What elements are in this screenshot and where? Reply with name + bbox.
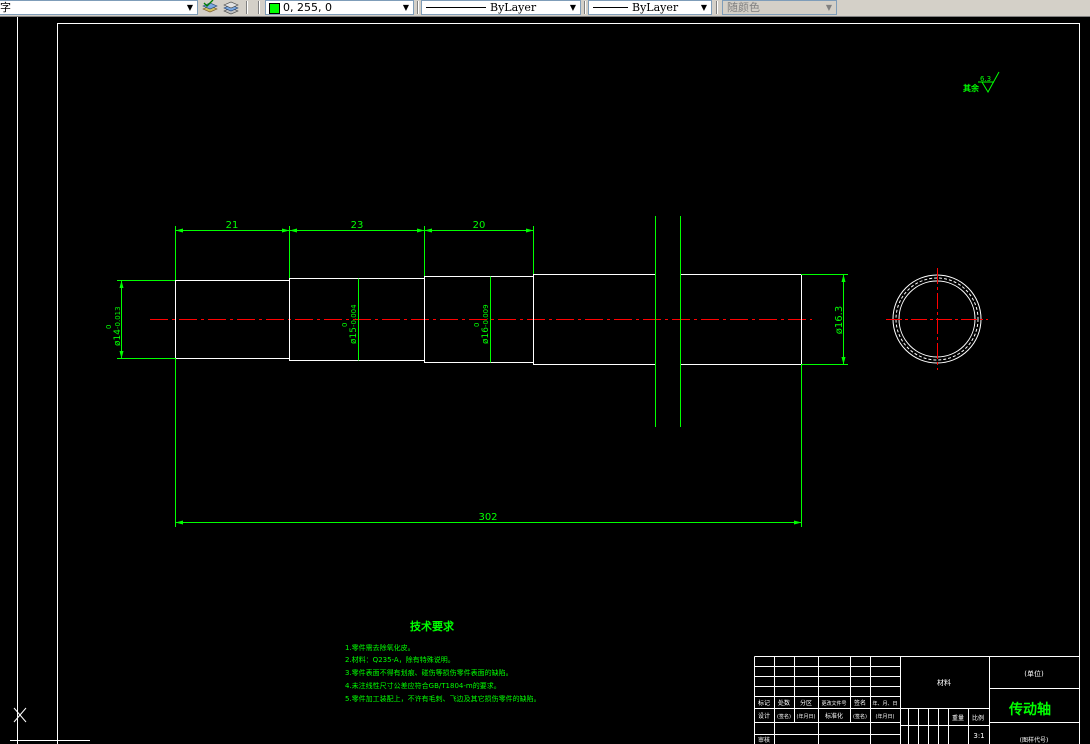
dim-dia2: ø15 bbox=[349, 327, 359, 344]
dimension-texts: 21 23 20 302 ø14 -0.013 0 ø15 -0.004 0 ø… bbox=[105, 220, 845, 523]
tb-change-doc: 更改文件号 bbox=[821, 700, 846, 707]
tech-line-5: 5.零件加工装配上，不许有毛刺、飞边及其它损伤零件的缺陷。 bbox=[345, 694, 541, 703]
drawing-canvas[interactable]: 21 23 20 302 ø14 -0.013 0 ø15 -0.004 0 ø… bbox=[0, 0, 1090, 744]
tb-signature-2: (签名) bbox=[853, 713, 867, 720]
tb-sign: 签名 bbox=[854, 699, 866, 707]
technical-requirements: 技术要求 1.零件需去除氧化皮。 2.材料：Q235-A，除有特殊说明。 3.零… bbox=[345, 619, 541, 703]
tb-designer: 设计 bbox=[758, 712, 770, 720]
tb-signature: (签名) bbox=[777, 713, 791, 720]
dim-dia2-tol: -0.004 bbox=[350, 304, 358, 327]
tb-review: 审核 bbox=[758, 736, 770, 744]
roughness-label: 其余 bbox=[963, 83, 980, 93]
tb-scale-value: 3:1 bbox=[973, 732, 984, 740]
section-view bbox=[886, 268, 988, 370]
title-block-texts: 材料 (单位) 传动轴 (图样代号) 标记 处数 分区 更改文件号 签名 年、月… bbox=[758, 669, 1051, 744]
tech-heading: 技术要求 bbox=[410, 619, 455, 633]
tb-zone: 分区 bbox=[800, 699, 812, 707]
dim-seg2: 23 bbox=[351, 220, 364, 231]
dimension-lines bbox=[117, 226, 848, 527]
dim-dia1: ø14 bbox=[113, 329, 123, 346]
tb-ymd: (年月日) bbox=[797, 713, 816, 720]
dim-dia3-tol: -0.009 bbox=[482, 304, 490, 327]
tb-scale: 比例 bbox=[972, 714, 984, 722]
tb-mark: 标记 bbox=[758, 699, 770, 707]
dim-overall: 302 bbox=[478, 512, 497, 523]
dimension-arrows bbox=[119, 228, 846, 525]
tb-material: 材料 bbox=[937, 678, 951, 687]
dim-dia1-tol: -0.013 bbox=[114, 306, 122, 329]
tech-line-3: 3.零件表面不得有划痕、碰伤等损伤零件表面的缺陷。 bbox=[345, 668, 513, 677]
tb-date: 年、月、日 bbox=[872, 700, 897, 707]
ucs-icon bbox=[10, 707, 90, 741]
tb-count: 处数 bbox=[778, 699, 790, 707]
tb-ymd-2: (年月日) bbox=[876, 713, 895, 720]
tech-line-2: 2.材料：Q235-A，除有特殊说明。 bbox=[345, 655, 455, 664]
tb-std: 标准化 bbox=[825, 712, 843, 720]
flange-lines bbox=[655, 216, 681, 427]
dim-dia1-up: 0 bbox=[105, 325, 113, 329]
dim-dia4: ø16.3 bbox=[834, 306, 845, 334]
tb-weight: 重量 bbox=[952, 714, 964, 722]
dim-seg3: 20 bbox=[473, 220, 486, 231]
dim-dia3-up: 0 bbox=[473, 323, 481, 327]
drawing-frame bbox=[57, 23, 1080, 744]
tb-part-name: 传动轴 bbox=[1008, 701, 1051, 718]
tech-line-1: 1.零件需去除氧化皮。 bbox=[345, 643, 415, 652]
dim-seg1: 21 bbox=[226, 220, 239, 231]
dim-dia3: ø16 bbox=[481, 327, 491, 344]
dim-dia2-up: 0 bbox=[341, 323, 349, 327]
tech-line-4: 4.未注线性尺寸公差应符合GB/T1804-m的要求。 bbox=[345, 681, 501, 690]
tb-company: (单位) bbox=[1024, 669, 1044, 678]
tb-drawing-no: (图样代号) bbox=[1020, 736, 1049, 744]
surface-roughness-symbol: 其余 6.3 bbox=[963, 71, 1000, 94]
